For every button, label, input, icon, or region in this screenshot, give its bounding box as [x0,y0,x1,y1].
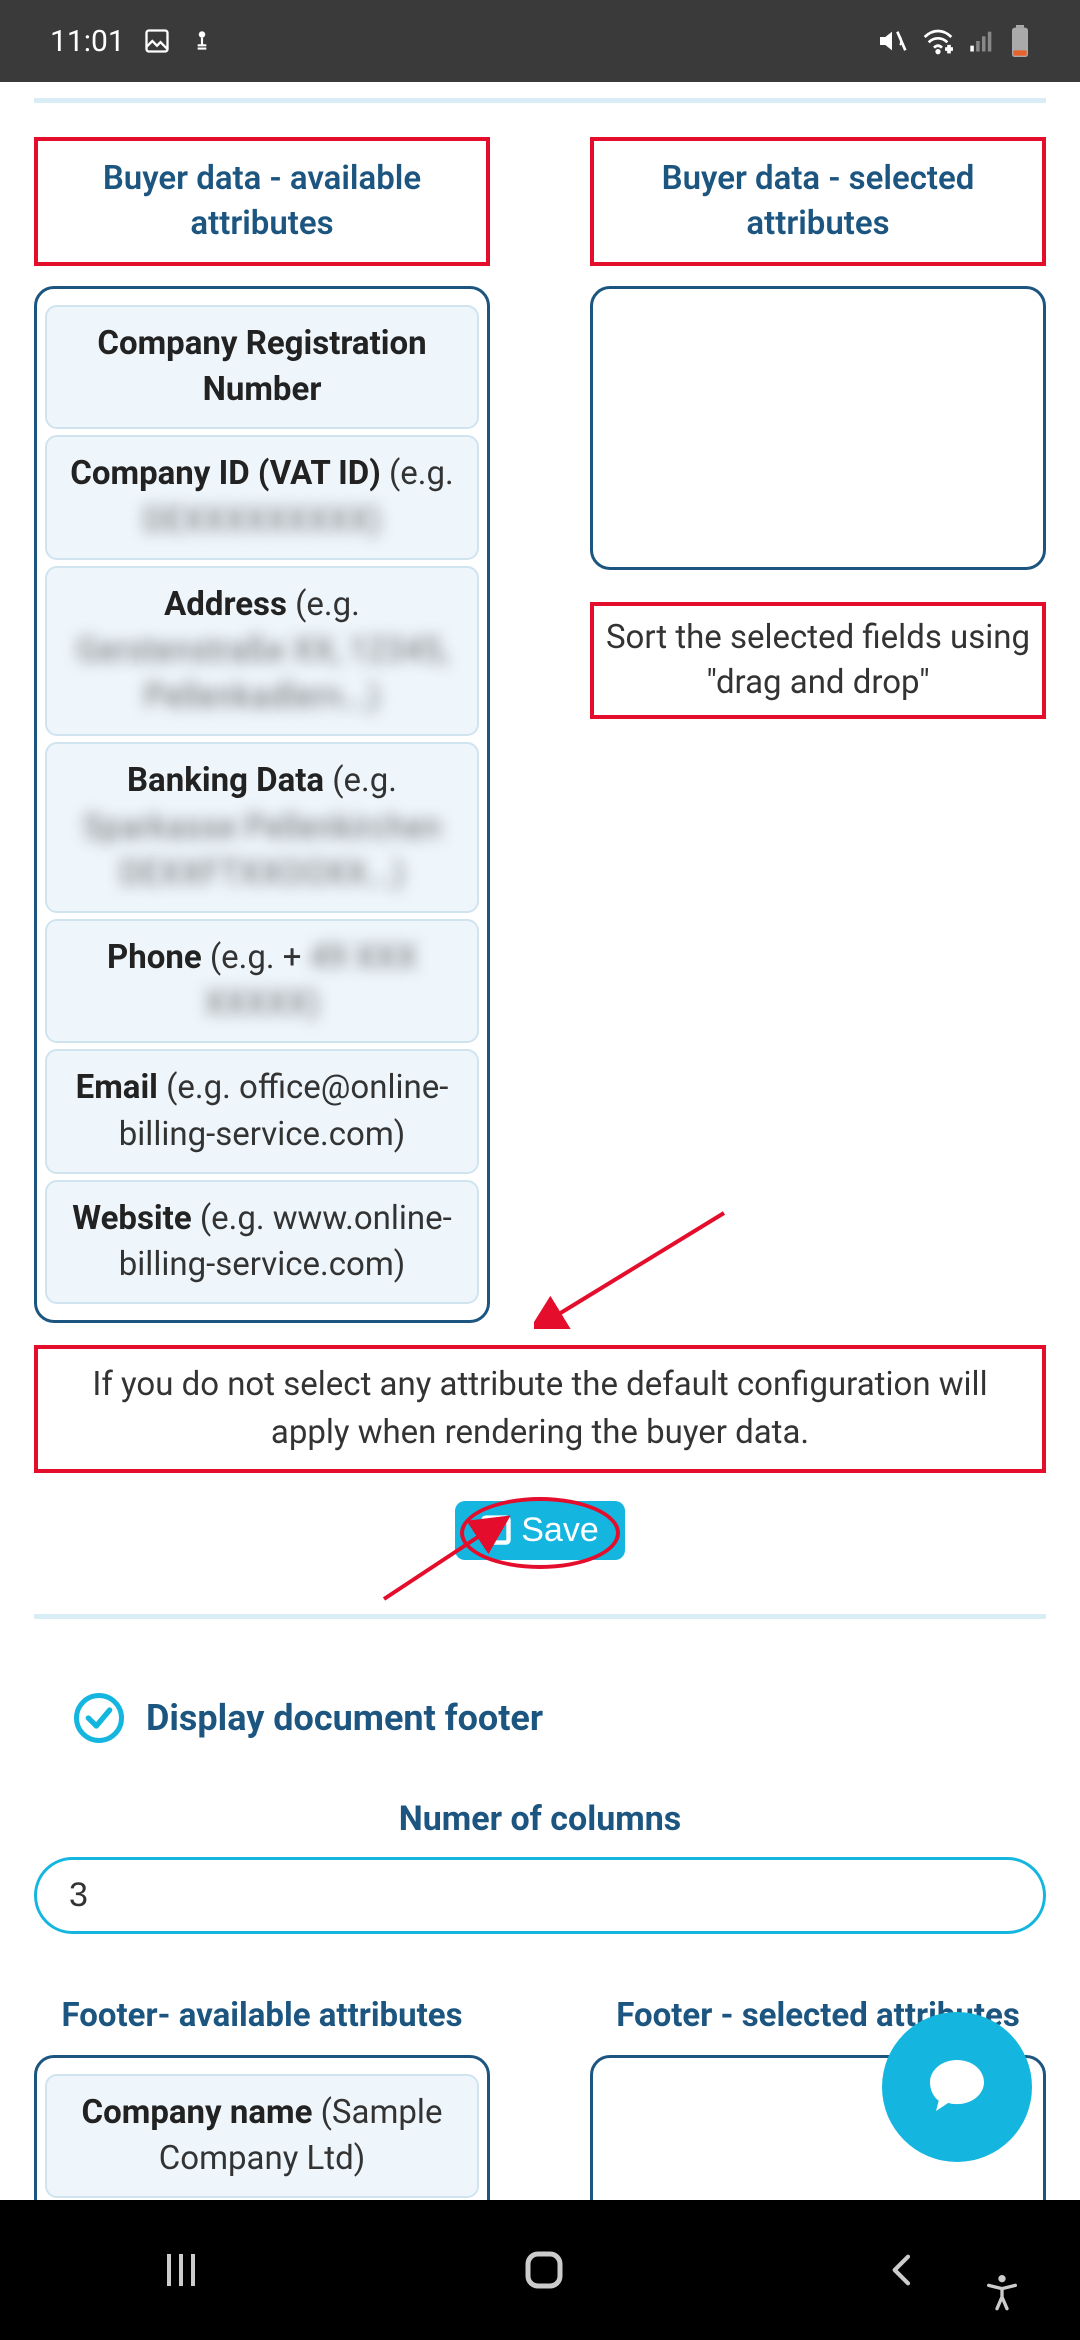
attr-name: Banking Data [127,761,324,800]
buyer-available-column: Buyer data - available attributes Compan… [34,137,490,1323]
buyer-available-header: Buyer data - available attributes [34,137,490,266]
list-item[interactable]: Company name (Sample Company Ltd) [45,2074,479,2198]
list-item[interactable]: Website (e.g. www.online-billing-service… [45,1180,479,1304]
attr-example-prefix: (e.g. + [210,938,302,977]
list-item[interactable]: Email (e.g. office@online-billing-servic… [45,1049,479,1173]
back-button[interactable] [883,2246,923,2294]
android-nav-bar [0,2200,1080,2340]
buyer-available-list[interactable]: Company Registration Number Company ID (… [34,286,490,1323]
recent-apps-button[interactable] [157,2246,205,2294]
status-bar: 11:01 + [0,0,1080,82]
sort-hint: Sort the selected fields using "drag and… [590,602,1046,719]
list-item[interactable]: Banking Data (e.g. Sparkasse Pellenkirch… [45,742,479,913]
buyer-columns: Buyer data - available attributes Compan… [34,137,1046,1323]
attr-example: (e.g. office@online-billing-service.com) [119,1068,449,1153]
check-circle-icon [74,1693,124,1743]
home-button[interactable] [520,2246,568,2294]
divider [34,98,1046,103]
attr-name: Company ID (VAT ID) [70,454,381,493]
accessibility-button[interactable] [982,2272,1022,2312]
chat-fab[interactable] [882,2012,1032,2162]
footer-available-header: Footer- available attributes [34,1996,490,2035]
status-right: + [876,25,1030,57]
download-icon [189,28,215,54]
attr-example-prefix: (e.g. [295,585,360,624]
attr-name: Email [76,1068,158,1107]
annotation-arrow-to-save [374,1515,554,1605]
list-item[interactable]: Company ID (VAT ID) (e.g. DEXXXXXXXXX) [45,435,479,559]
info-message: If you do not select any attribute the d… [34,1345,1046,1473]
buyer-selected-column: Buyer data - selected attributes Sort th… [590,137,1046,1323]
battery-icon [1010,25,1030,57]
attr-example-blurred: Gerstenstraße XX, 12345, Pellenkadlern..… [76,631,448,716]
attr-name: Company name [82,2093,313,2132]
status-left: 11:01 [50,24,215,59]
num-columns-label: Numer of columns [34,1799,1046,1839]
wifi-icon: + [922,25,954,57]
mute-vibrate-icon [876,25,908,57]
chat-icon [921,2051,993,2123]
display-footer-toggle[interactable]: Display document footer [34,1693,1046,1743]
attr-example-prefix: (e.g. [332,761,397,800]
status-time: 11:01 [50,24,125,59]
attr-example-prefix: (e.g. [389,454,454,493]
attr-example-blurred: Sparkasse Pellenkirchen DEXXFTXXOOXX...) [83,808,441,893]
save-row: Save [34,1501,1046,1560]
signal-icon [968,27,996,55]
list-item[interactable]: Company Registration Number [45,305,479,429]
num-columns-input[interactable] [34,1857,1046,1934]
image-icon [143,27,171,55]
svg-text:+: + [946,43,952,56]
attr-example-blurred: DEXXXXXXXXX) [143,501,381,540]
list-item[interactable]: Phone (e.g. + 49 XXX XXXXX) [45,919,479,1043]
attr-name: Address [164,585,287,624]
list-item[interactable]: Address (e.g. Gerstenstraße XX, 12345, P… [45,566,479,737]
attr-name: Phone [107,938,202,977]
display-footer-label: Display document footer [146,1697,543,1739]
attr-name: Company Registration Number [97,324,426,409]
attr-name: Website [72,1199,191,1238]
buyer-selected-header: Buyer data - selected attributes [590,137,1046,266]
divider [34,1614,1046,1619]
buyer-selected-list[interactable] [590,286,1046,570]
